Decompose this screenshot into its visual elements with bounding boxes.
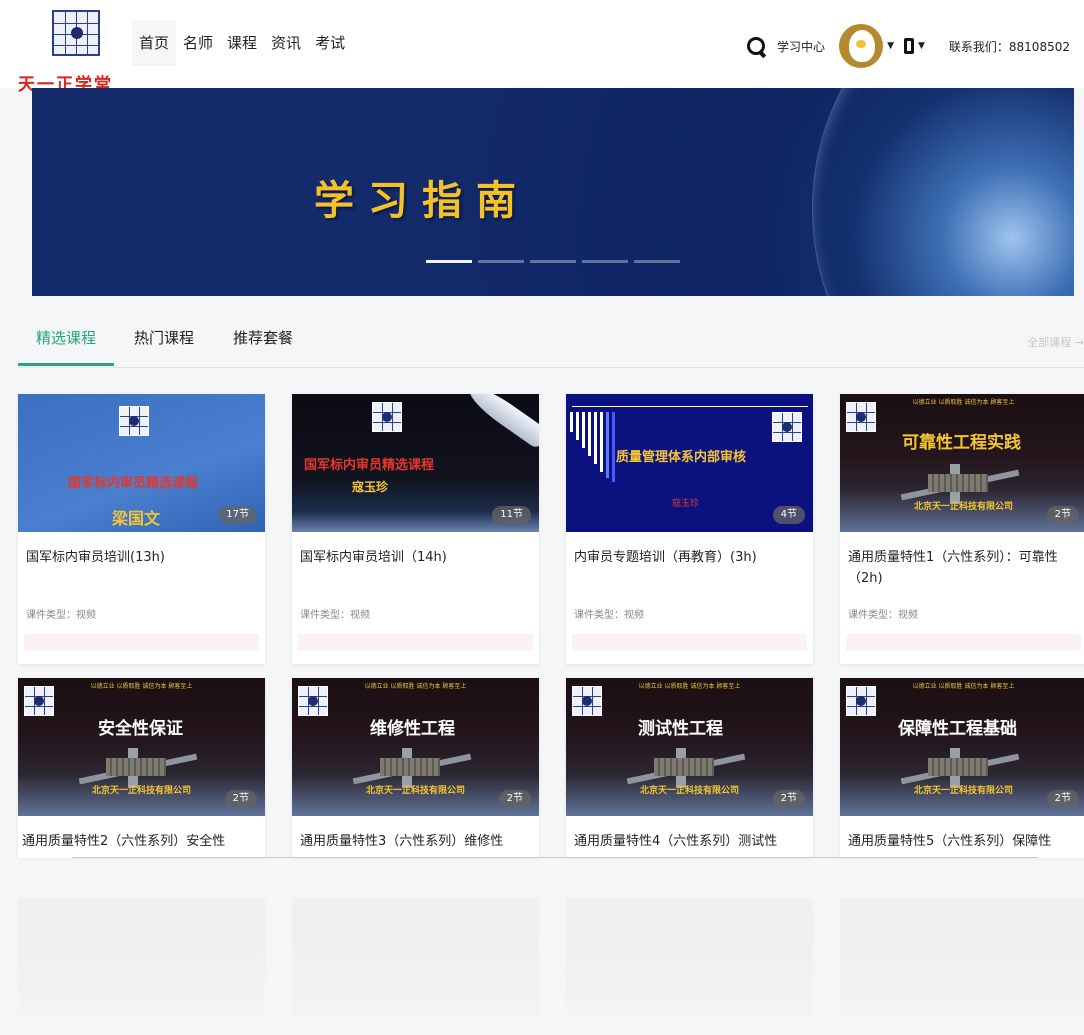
- course-card[interactable]: 国军标内审员精选课程 寇玉珍 11节 国军标内审员培训（14h) 课件类型：视频: [292, 394, 539, 664]
- course-thumbnail: 以德立业 以质取胜 诚信为本 顾客至上 维修性工程 北京天一正科技有限公司 2节: [292, 678, 539, 816]
- course-card[interactable]: 国军标内审员精选课程 梁国文 17节 国军标内审员培训(13h) 课件类型：视频: [18, 394, 265, 664]
- card-footer-bar: [572, 634, 807, 651]
- go-board-logo-icon: [52, 10, 100, 56]
- lesson-count-badge: 2节: [498, 790, 531, 808]
- tab-recommended[interactable]: 推荐套餐: [233, 327, 293, 348]
- thumb-slogan: 以德立业 以质取胜 诚信为本 顾客至上: [364, 683, 467, 690]
- nav-news[interactable]: 资讯: [264, 20, 308, 66]
- tab-featured[interactable]: 精选课程: [36, 327, 96, 348]
- nav-courses[interactable]: 课程: [220, 20, 264, 66]
- go-board-logo-icon: [372, 402, 402, 432]
- course-title[interactable]: 通用质量特性1（六性系列）：可靠性（2h): [848, 547, 1084, 589]
- thumb-title: 维修性工程: [370, 719, 455, 739]
- course-type: 课件类型：视频: [26, 610, 96, 621]
- thumb-title: 国军标内审员精选课程: [68, 476, 199, 491]
- banner-title: 学习指南: [314, 178, 530, 224]
- carousel-dot[interactable]: [582, 260, 628, 263]
- carousel-dot[interactable]: [634, 260, 680, 263]
- all-courses-link[interactable]: 全部课程 →: [1027, 334, 1084, 350]
- main-nav: 首页 名师 课程 资讯 考试: [132, 20, 352, 66]
- carousel-dot[interactable]: [478, 260, 524, 263]
- fade-gradient: [0, 858, 1084, 1035]
- thumb-subtitle: 梁国文: [112, 509, 161, 528]
- nav-teachers[interactable]: 名师: [176, 20, 220, 66]
- course-card[interactable]: 以德立业 以质取胜 诚信为本 顾客至上 安全性保证 北京天一正科技有限公司 2节…: [18, 678, 265, 858]
- course-thumbnail: 以德立业 以质取胜 诚信为本 顾客至上 安全性保证 北京天一正科技有限公司 2节: [18, 678, 265, 816]
- thumb-title: 安全性保证: [98, 719, 183, 739]
- go-board-logo-icon: [572, 686, 602, 716]
- thumb-slogan: 以德立业 以质取胜 诚信为本 顾客至上: [638, 683, 741, 690]
- course-title[interactable]: 通用质量特性2（六性系列）安全性: [22, 831, 258, 852]
- course-title[interactable]: 国军标内审员培训(13h): [26, 547, 262, 568]
- course-card[interactable]: 以德立业 以质取胜 诚信为本 顾客至上 维修性工程 北京天一正科技有限公司 2节…: [292, 678, 539, 858]
- lesson-count-badge: 2节: [1046, 506, 1079, 524]
- reflection-overlay: [0, 858, 1084, 1035]
- card-footer-bar: [24, 634, 259, 651]
- thumb-title: 国军标内审员精选课程: [304, 458, 435, 473]
- course-title[interactable]: 通用质量特性4（六性系列）测试性: [574, 831, 810, 852]
- go-board-logo-icon: [298, 686, 328, 716]
- page: 天一正学堂 首页 名师 课程 资讯 考试 学习中心 ▼ ▼ 联系我们：88108…: [0, 0, 1084, 1035]
- thumb-slogan: 以德立业 以质取胜 诚信为本 顾客至上: [90, 683, 193, 690]
- course-type: 课件类型：视频: [848, 610, 918, 621]
- lesson-count-badge: 2节: [1046, 790, 1079, 808]
- course-type: 课件类型：视频: [574, 610, 644, 621]
- course-title[interactable]: 通用质量特性5（六性系列）保障性: [848, 831, 1078, 852]
- active-tab-underline: [18, 363, 114, 366]
- nav-exams[interactable]: 考试: [308, 20, 352, 66]
- go-board-logo-icon: [846, 686, 876, 716]
- thumb-title: 保障性工程基础: [898, 719, 1017, 739]
- course-card[interactable]: 以德立业 以质取胜 诚信为本 顾客至上 可靠性工程实践 北京天一正科技有限公司 …: [840, 394, 1084, 664]
- lesson-count-badge: 11节: [492, 506, 531, 524]
- course-card[interactable]: 以德立业 以质取胜 诚信为本 顾客至上 保障性工程基础 北京天一正科技有限公司 …: [840, 678, 1084, 858]
- search-icon[interactable]: [745, 35, 767, 57]
- card-footer-bar: [846, 634, 1081, 651]
- thumb-title: 质量管理体系内部审核: [616, 450, 747, 465]
- go-board-logo-icon: [119, 406, 149, 436]
- course-card[interactable]: 质量管理体系内部审核 寇玉珍 4节 内审员专题培训（再教育）(3h) 课件类型：…: [566, 394, 813, 664]
- course-thumbnail: 国军标内审员精选课程 梁国文 17节: [18, 394, 265, 532]
- nav-home[interactable]: 首页: [132, 20, 177, 66]
- top-header: 天一正学堂 首页 名师 课程 资讯 考试 学习中心 ▼ ▼ 联系我们：88108…: [0, 0, 1084, 95]
- course-title[interactable]: 国军标内审员培训（14h): [300, 547, 536, 568]
- course-thumbnail: 质量管理体系内部审核 寇玉珍 4节: [566, 394, 813, 532]
- lesson-count-badge: 4节: [772, 506, 805, 524]
- course-tabs: 精选课程 热门课程 推荐套餐 全部课程 →: [18, 300, 1084, 368]
- go-board-logo-icon: [846, 402, 876, 432]
- mobile-phone-icon[interactable]: [903, 38, 914, 54]
- course-type: 课件类型：视频: [300, 610, 370, 621]
- tab-popular[interactable]: 热门课程: [134, 327, 194, 348]
- go-board-logo-icon: [772, 412, 802, 442]
- chevron-down-icon[interactable]: ▼: [918, 41, 925, 51]
- lesson-count-badge: 17节: [218, 506, 257, 524]
- thumb-title: 可靠性工程实践: [902, 433, 1021, 453]
- chevron-down-icon[interactable]: ▼: [887, 41, 894, 51]
- course-card[interactable]: 以德立业 以质取胜 诚信为本 顾客至上 测试性工程 北京天一正科技有限公司 2节…: [566, 678, 813, 858]
- thumb-slogan: 以德立业 以质取胜 诚信为本 顾客至上: [912, 399, 1015, 406]
- carousel-dot[interactable]: [530, 260, 576, 263]
- header-actions: 学习中心 ▼ ▼ 联系我们：88108502: [745, 24, 1070, 68]
- rocket-image: [463, 394, 539, 450]
- course-thumbnail: 以德立业 以质取胜 诚信为本 顾客至上 保障性工程基础 北京天一正科技有限公司 …: [840, 678, 1084, 816]
- contact-phone: 联系我们：88108502: [948, 39, 1070, 54]
- lesson-count-badge: 2节: [772, 790, 805, 808]
- thumb-subtitle: 寇玉珍: [352, 480, 389, 494]
- site-logo[interactable]: 天一正学堂: [6, 6, 132, 95]
- course-thumbnail: 以德立业 以质取胜 诚信为本 顾客至上 测试性工程 北京天一正科技有限公司 2节: [566, 678, 813, 816]
- course-title[interactable]: 通用质量特性3（六性系列）维修性: [300, 831, 536, 852]
- course-thumbnail: 以德立业 以质取胜 诚信为本 顾客至上 可靠性工程实践 北京天一正科技有限公司 …: [840, 394, 1084, 532]
- course-thumbnail: 国军标内审员精选课程 寇玉珍 11节: [292, 394, 539, 532]
- avatar[interactable]: [839, 24, 884, 68]
- carousel-dot[interactable]: [426, 260, 472, 263]
- course-title[interactable]: 内审员专题培训（再教育）(3h): [574, 547, 810, 568]
- thumb-title: 测试性工程: [638, 719, 723, 739]
- go-board-logo-icon: [24, 686, 54, 716]
- carousel-indicators: [426, 260, 686, 263]
- hero-banner[interactable]: 学习指南: [32, 88, 1074, 296]
- lesson-count-badge: 2节: [224, 790, 257, 808]
- thumb-slogan: 以德立业 以质取胜 诚信为本 顾客至上: [912, 683, 1015, 690]
- study-center-link[interactable]: 学习中心: [777, 38, 825, 55]
- thumb-subtitle: 寇玉珍: [672, 499, 700, 509]
- card-footer-bar: [298, 634, 533, 651]
